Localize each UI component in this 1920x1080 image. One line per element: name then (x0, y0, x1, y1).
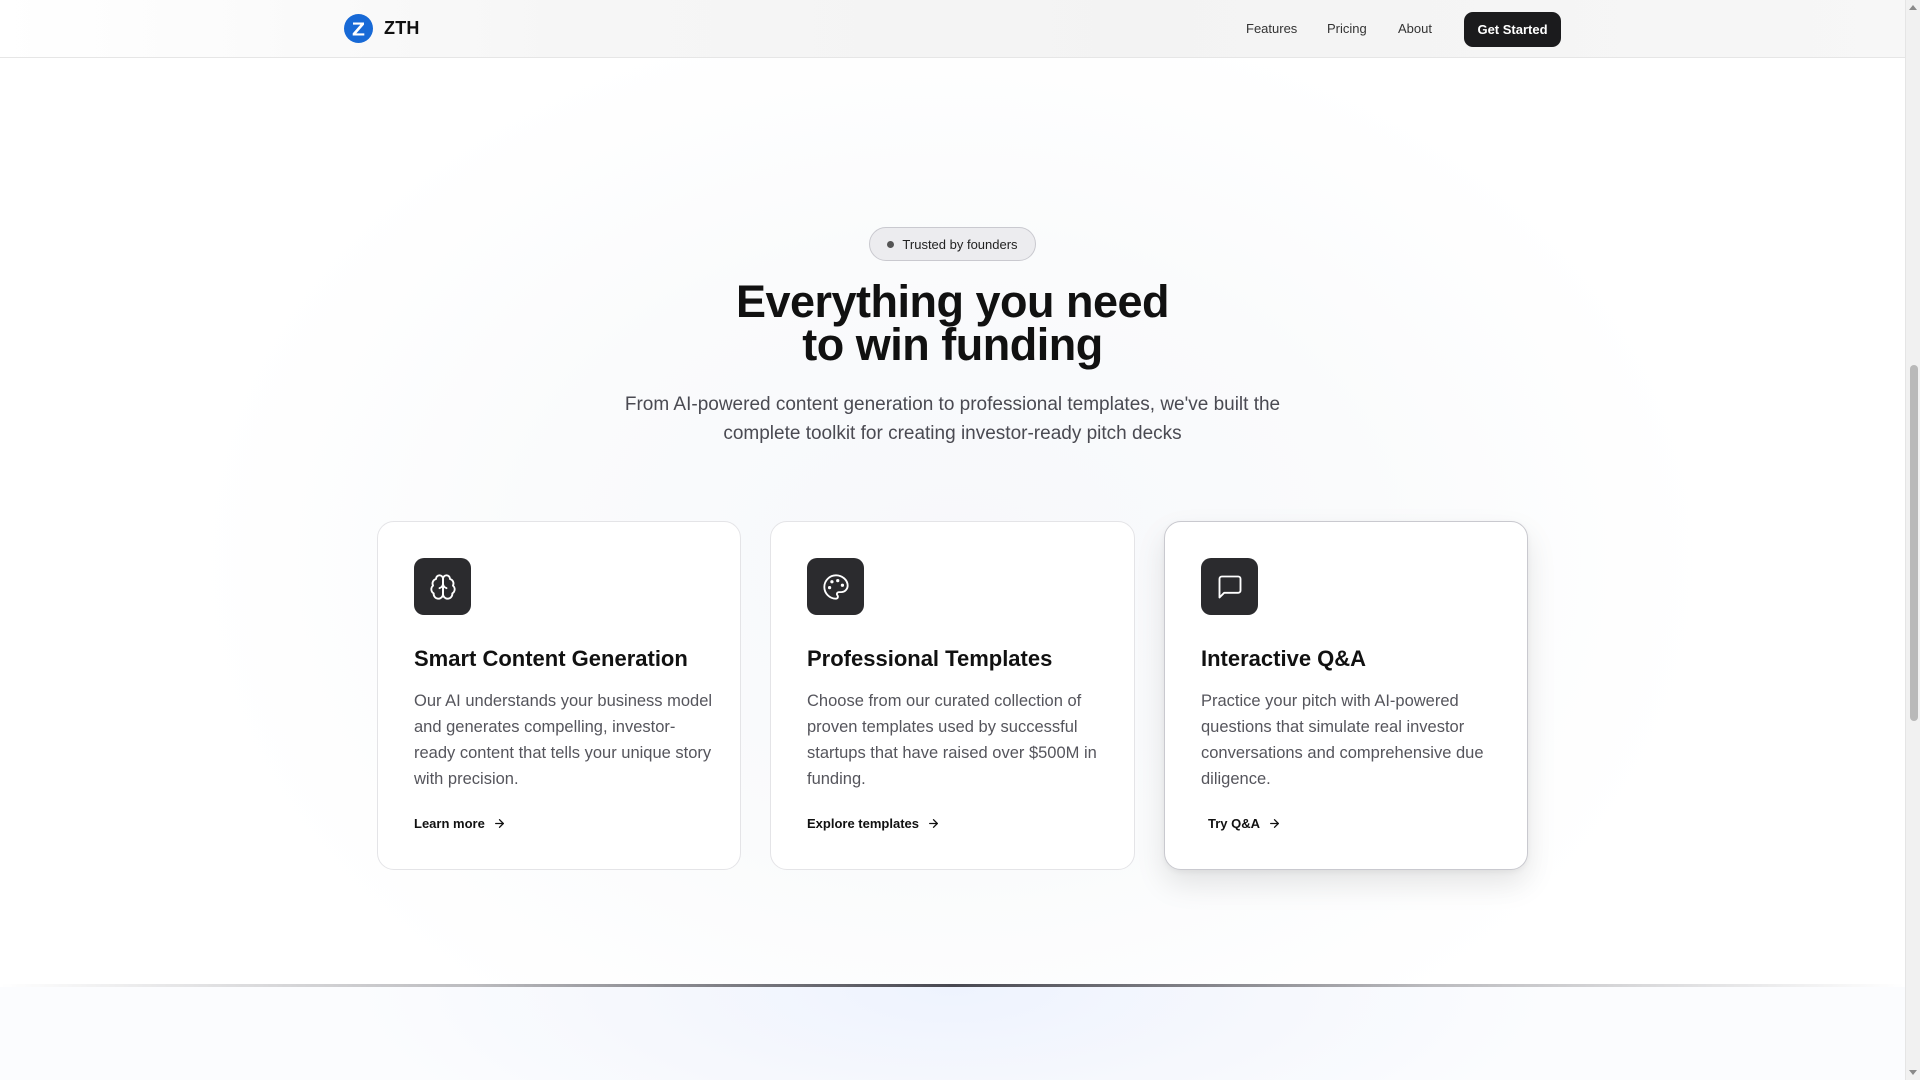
card-link-label: Learn more (414, 816, 485, 831)
nav-link-pricing[interactable]: Pricing (1327, 21, 1367, 36)
subtitle-line-2: complete toolkit for creating investor-r… (723, 423, 1182, 444)
brand-name: ZTH (384, 18, 420, 38)
brand[interactable]: ZTH (344, 14, 420, 43)
brain-icon (414, 558, 471, 615)
logo-icon (344, 14, 373, 43)
card-link-label: Explore templates (807, 816, 919, 831)
next-section (0, 987, 1905, 1080)
page: ZTH Features Pricing About Get Started T… (0, 0, 1905, 1080)
get-started-button[interactable]: Get Started (1464, 12, 1561, 47)
navbar: ZTH Features Pricing About Get Started (0, 0, 1905, 58)
arrow-right-icon (929, 819, 938, 828)
scroll-down-arrow-icon[interactable] (1909, 1070, 1917, 1075)
learn-more-link[interactable]: Learn more (414, 816, 506, 831)
try-qa-link[interactable]: Try Q&A (1208, 816, 1281, 831)
message-square-icon (1201, 558, 1258, 615)
badge-dot-icon (887, 240, 895, 248)
feature-card-content-generation: Smart Content Generation Our AI understa… (377, 521, 741, 870)
page-title: Everything you need to win funding (560, 276, 1345, 370)
arrow-right-icon (494, 819, 504, 828)
headline-line-1: Everything you need (735, 276, 1170, 327)
feature-card-templates: Professional Templates Choose from our c… (770, 521, 1135, 870)
arrow-right-icon (1270, 819, 1279, 828)
card-title: Professional Templates (807, 646, 1053, 671)
subtitle-line-1: From AI-powered content generation to pr… (624, 394, 1281, 415)
card-description: Choose from our curated collection of pr… (807, 692, 1097, 788)
hero-subtitle: From AI-powered content generation to pr… (560, 390, 1345, 448)
feature-card-qa: Interactive Q&A Practice your pitch with… (1164, 521, 1528, 870)
badge-label: Trusted by founders (902, 236, 1018, 252)
palette-icon (807, 558, 864, 615)
scroll-up-arrow-icon[interactable] (1909, 5, 1917, 10)
card-description: Our AI understands your business model a… (414, 692, 713, 788)
explore-templates-link[interactable]: Explore templates (807, 816, 940, 831)
nav-link-features[interactable]: Features (1246, 21, 1297, 36)
card-link-label: Try Q&A (1208, 816, 1261, 831)
trusted-badge: Trusted by founders (869, 227, 1036, 261)
nav-link-about[interactable]: About (1398, 21, 1432, 36)
page-scrollbar[interactable] (1905, 0, 1920, 1080)
card-title: Interactive Q&A (1201, 646, 1367, 671)
card-description: Practice your pitch with AI-powered ques… (1201, 692, 1484, 788)
headline-line-2: to win funding (802, 319, 1103, 370)
card-title: Smart Content Generation (414, 646, 688, 671)
scrollbar-thumb[interactable] (1910, 365, 1918, 721)
